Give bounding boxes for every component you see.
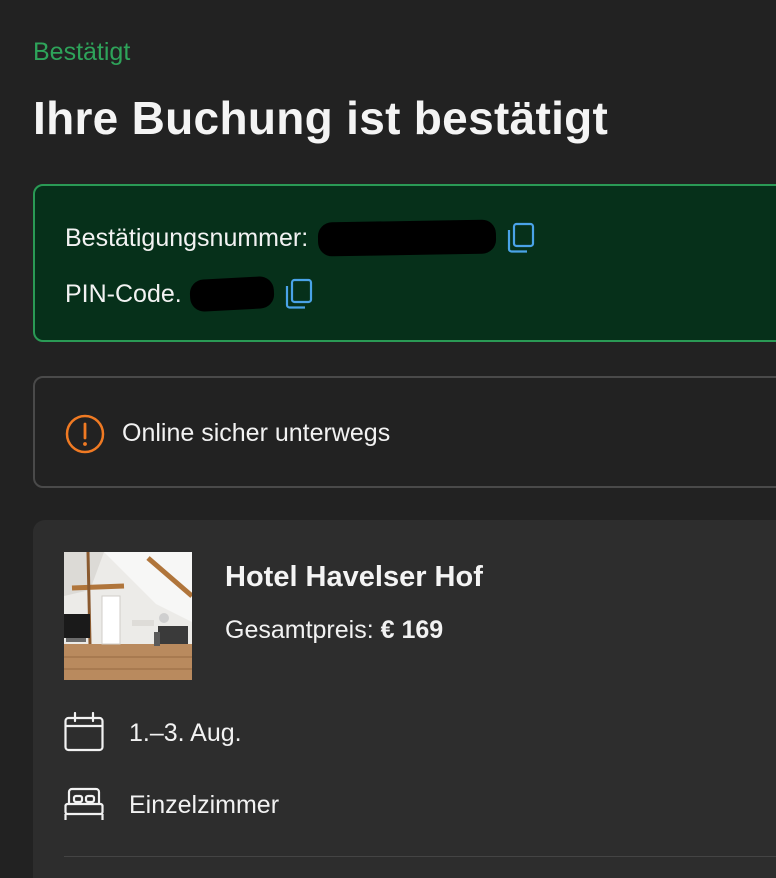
confirmation-number-row: Bestätigungsnummer: xyxy=(65,219,536,257)
redacted-pin-code xyxy=(188,275,275,313)
copy-icon[interactable] xyxy=(506,222,536,254)
status-label: Bestätigt xyxy=(33,38,131,66)
confirmation-number-label: Bestätigungsnummer: xyxy=(65,224,309,252)
bed-icon xyxy=(64,784,104,824)
pin-code-label: PIN-Code. xyxy=(65,280,182,308)
online-safety-notice[interactable]: Online sicher unterwegs xyxy=(33,376,776,488)
pin-code-row: PIN-Code. xyxy=(65,275,314,313)
hotel-name[interactable]: Hotel Havelser Hof xyxy=(225,560,483,594)
stay-dates: 1.–3. Aug. xyxy=(129,719,242,747)
hotel-booking-card: Hotel Havelser Hof Gesamtpreis: € 169 1.… xyxy=(33,520,776,878)
room-type: Einzelzimmer xyxy=(129,791,280,819)
confirmation-box: Bestätigungsnummer: PIN-Code. xyxy=(33,184,776,342)
price-value: € 169 xyxy=(380,616,444,644)
redacted-confirmation-number xyxy=(317,219,497,257)
total-price: Gesamtpreis: € 169 xyxy=(225,615,443,645)
divider xyxy=(64,856,776,857)
online-safety-text: Online sicher unterwegs xyxy=(122,419,391,447)
calendar-icon xyxy=(64,711,104,752)
warning-icon xyxy=(65,414,105,454)
booking-confirmation-page: Bestätigt Ihre Buchung ist bestätigt Bes… xyxy=(0,0,776,878)
copy-icon[interactable] xyxy=(284,278,314,310)
price-label: Gesamtpreis: xyxy=(225,616,374,644)
page-title: Ihre Buchung ist bestätigt xyxy=(33,92,609,144)
hotel-photo[interactable] xyxy=(64,552,192,680)
